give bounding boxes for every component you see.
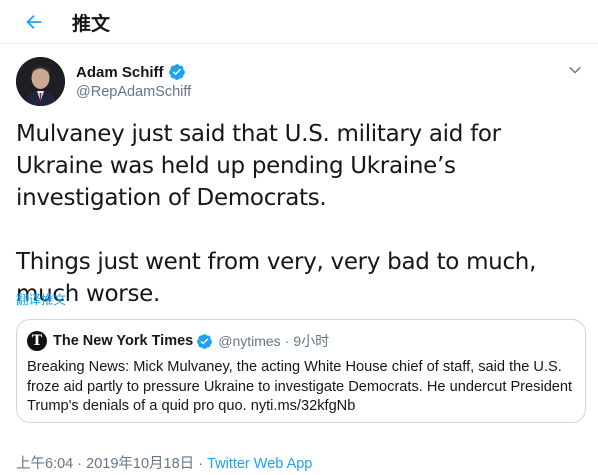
avatar[interactable] xyxy=(16,57,65,106)
quoted-author-name: The New York Times xyxy=(53,333,194,349)
quoted-tweet-header: T The New York Times @nytimes · 9小时 xyxy=(27,331,329,351)
tweet-text: Mulvaney just said that U.S. military ai… xyxy=(16,121,537,307)
translate-tweet-link[interactable]: 翻译推文 xyxy=(16,289,66,308)
arrow-left-icon xyxy=(26,14,42,30)
chevron-down-icon[interactable] xyxy=(566,61,584,79)
tweet-metadata: 上午6:04 · 2019年10月18日 · Twitter Web App xyxy=(16,452,312,473)
quoted-tweet-card[interactable]: T The New York Times @nytimes · 9小时 Brea… xyxy=(16,319,586,423)
back-button[interactable] xyxy=(20,8,48,36)
top-bar: 推文 xyxy=(0,0,598,44)
quoted-timestamp: 9小时 xyxy=(293,333,330,349)
verified-badge-icon xyxy=(197,333,213,349)
author-name-row: Adam Schiff xyxy=(76,63,186,81)
separator-dot: · xyxy=(284,333,290,349)
author-name[interactable]: Adam Schiff xyxy=(76,64,164,81)
separator-dot: · xyxy=(198,456,204,472)
tweet-time[interactable]: 上午6:04 xyxy=(16,456,73,472)
quoted-tweet-text: Breaking News: Mick Mulvaney, the acting… xyxy=(27,359,573,414)
tweet-source-link[interactable]: Twitter Web App xyxy=(207,456,312,472)
tweet-author: Adam Schiff @RepAdamSchiff xyxy=(16,57,586,109)
separator-dot: · xyxy=(77,456,83,472)
page-title: 推文 xyxy=(72,14,111,35)
tweet-date[interactable]: 2019年10月18日 xyxy=(86,456,194,472)
nyt-logo-icon: T xyxy=(27,331,47,351)
author-handle[interactable]: @RepAdamSchiff xyxy=(76,84,191,100)
quoted-author-handle: @nytimes xyxy=(218,333,281,349)
verified-badge-icon xyxy=(168,64,185,80)
